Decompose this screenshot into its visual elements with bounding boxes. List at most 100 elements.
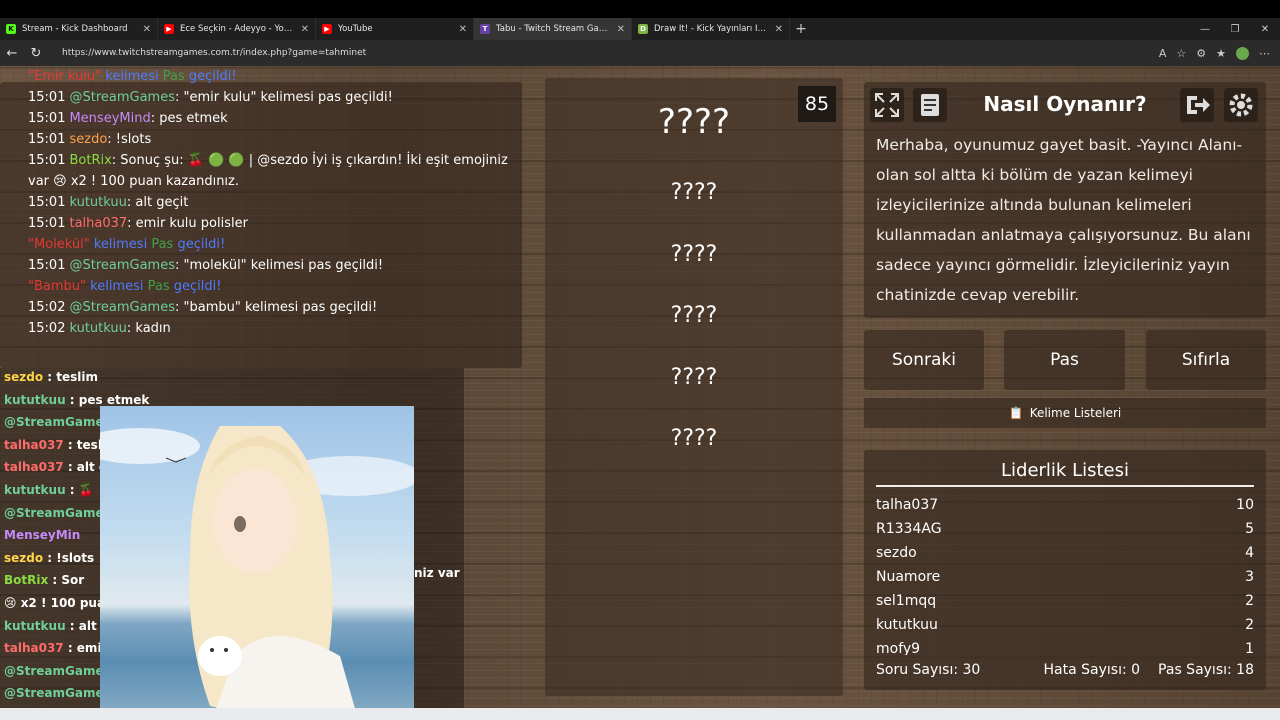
chat-timestamp: 15:01	[28, 111, 66, 126]
overlay-username: @StreamGames	[4, 505, 111, 520]
player-score: 4	[1245, 545, 1254, 561]
chat-username[interactable]: @StreamGames	[69, 90, 175, 105]
tab-tabu-game[interactable]: T Tabu - Twitch Stream Games ✕	[474, 18, 632, 40]
overlay-text: : Sor	[48, 573, 85, 588]
close-tab-icon[interactable]: ✕	[617, 24, 625, 35]
settings-gear-icon[interactable]	[1224, 88, 1258, 122]
overlay-username: kututkuu	[4, 618, 66, 633]
chat-username[interactable]: sezdo	[69, 132, 107, 147]
player-score: 2	[1245, 617, 1254, 633]
overlay-text: : 🍒	[65, 483, 94, 497]
tab-draw-it[interactable]: D Draw It! - Kick Yayınları İçin Çizim ✕	[632, 18, 790, 40]
tab-kick-dashboard[interactable]: K Stream - Kick Dashboard ✕	[0, 18, 158, 40]
chat-timestamp: 15:01	[28, 195, 66, 210]
overlay-username: @StreamGames	[4, 415, 111, 430]
overlay-username: 😢 x2 ! 100 puan	[4, 596, 114, 610]
overlay-username: BotRix	[4, 573, 49, 588]
more-menu-icon[interactable]: ⋯	[1259, 47, 1270, 60]
chat-timestamp: 15:02	[28, 300, 66, 315]
chat-message: "Molekül" kelimesi Pas geçildi!	[28, 234, 498, 255]
read-aloud-icon[interactable]: A	[1159, 47, 1167, 60]
leaderboard-row: sezdo 4	[876, 545, 1254, 561]
chat-username[interactable]: talha037	[69, 216, 127, 231]
leaderboard-row: sel1mqq 2	[876, 593, 1254, 609]
forbidden-word: ????	[670, 180, 718, 205]
new-tab-plus-icon[interactable]: +	[790, 18, 812, 40]
player-name: Nuamore	[876, 569, 941, 585]
close-tab-icon[interactable]: ✕	[775, 24, 783, 35]
chat-message: 15:02 @StreamGames: "bambu" kelimesi pas …	[28, 297, 498, 318]
player-score: 2	[1245, 593, 1254, 609]
chat-text: kelimesi	[93, 237, 152, 252]
pass-button[interactable]: Pas	[1004, 330, 1125, 390]
overlay-text: : !slots	[43, 550, 95, 565]
error-count: Hata Sayısı: 0	[1043, 662, 1141, 678]
close-tab-icon[interactable]: ✕	[143, 24, 151, 35]
chat-username[interactable]: @StreamGames	[69, 258, 175, 273]
favorite-star-icon[interactable]: ☆	[1176, 47, 1186, 60]
tab-youtube-song[interactable]: ▶ Ece Seçkin - Adeyyo - YouTu ✕	[158, 18, 316, 40]
chat-username[interactable]: kututkuu	[69, 321, 126, 336]
forbidden-word: ????	[670, 242, 718, 267]
tab-title: Ece Seçkin - Adeyyo - YouTu	[180, 24, 297, 34]
overlay-chat-line: kututkuu : alt	[4, 619, 97, 633]
favorites-bar-icon[interactable]: ★	[1216, 47, 1226, 60]
chat-timestamp: 15:01	[28, 132, 66, 147]
close-tab-icon[interactable]: ✕	[459, 24, 467, 35]
url-field[interactable]: https://www.twitchstreamgames.com.tr/ind…	[62, 48, 1159, 58]
back-arrow-icon[interactable]: ←	[0, 46, 24, 61]
minimize-icon[interactable]: —	[1190, 18, 1220, 40]
close-window-icon[interactable]: ✕	[1250, 18, 1280, 40]
overlay-text: : teslim	[43, 370, 99, 384]
youtube-favicon-icon: ▶	[164, 24, 174, 34]
clipboard-icon: 📋	[1008, 406, 1024, 420]
chat-message: "Bambu" kelimesi Pas geçildi!	[28, 276, 498, 297]
overlay-chat-line: kututkuu : pes etmek	[4, 393, 149, 407]
restore-icon[interactable]: ❐	[1220, 18, 1250, 40]
reset-button[interactable]: Sıfırla	[1146, 330, 1266, 390]
overlay-chat-line: BotRix : Sor	[4, 573, 84, 587]
pass-count: Pas Sayısı: 18	[1158, 662, 1254, 678]
overlay-chat-fragment: niz var	[414, 566, 460, 580]
window-controls: — ❐ ✕	[1190, 18, 1280, 40]
player-name: sel1mqq	[876, 593, 937, 609]
overlay-username: sezdo	[4, 550, 44, 565]
reload-icon[interactable]: ↻	[24, 46, 48, 61]
twitch-games-favicon-icon: T	[480, 24, 490, 34]
kick-favicon-icon: K	[6, 24, 16, 34]
player-name: talha037	[876, 497, 939, 513]
draw-it-favicon-icon: D	[638, 24, 648, 34]
main-word: ????	[657, 102, 731, 142]
forbidden-word: ????	[670, 303, 718, 328]
chat-text: : Sonuç şu: 🍒 🟢 🟢 | @sezdo İyi iş çıkard…	[111, 153, 508, 168]
extensions-icon[interactable]: ⚙	[1196, 47, 1206, 60]
tab-youtube[interactable]: ▶ YouTube ✕	[316, 18, 474, 40]
chat-message: 15:02 kututkuu: kadın	[28, 318, 498, 339]
chat-username[interactable]: MenseyMind	[69, 111, 150, 126]
overlay-chat-line: sezdo : teslim	[4, 370, 98, 384]
chat-username[interactable]: @StreamGames	[69, 300, 175, 315]
chat-text: : "bambu" kelimesi pas geçildi!	[174, 300, 378, 315]
exit-icon[interactable]	[1180, 88, 1214, 122]
overlay-username: kututkuu	[4, 392, 66, 407]
game-stats: Soru Sayısı: 30 Hata Sayısı: 0 Pas Sayıs…	[876, 662, 1254, 678]
chat-message: 15:01 kututkuu: alt geçit	[28, 192, 498, 213]
chat-message: 15:01 BotRix: Sonuç şu: 🍒 🟢 🟢 | @sezdo İy…	[28, 150, 508, 171]
profile-avatar[interactable]	[1236, 46, 1249, 60]
overlay-chat-line: kututkuu : 🍒	[4, 483, 94, 497]
close-tab-icon[interactable]: ✕	[301, 24, 309, 35]
chat-text: "Molekül"	[28, 237, 94, 252]
leaderboard-row: talha037 10	[876, 497, 1254, 513]
leaderboard-row: Nuamore 3	[876, 569, 1254, 585]
chat-message: 15:01 MenseyMind: pes etmek	[28, 108, 498, 129]
next-button[interactable]: Sonraki	[864, 330, 984, 390]
chat-username[interactable]: BotRix	[69, 153, 111, 168]
player-score: 5	[1245, 521, 1254, 537]
chat-text: : "molekül" kelimesi pas geçildi!	[174, 258, 384, 273]
chat-text: geçildi!	[173, 279, 222, 294]
chat-username[interactable]: kututkuu	[69, 195, 126, 210]
chat-text: geçildi!	[177, 237, 226, 252]
word-lists-button[interactable]: 📋 Kelime Listeleri	[864, 398, 1266, 428]
word-lists-label: Kelime Listeleri	[1029, 406, 1122, 420]
how-to-play-text: Merhaba, oyunumuz gayet basit. -Yayıncı …	[876, 136, 1251, 304]
